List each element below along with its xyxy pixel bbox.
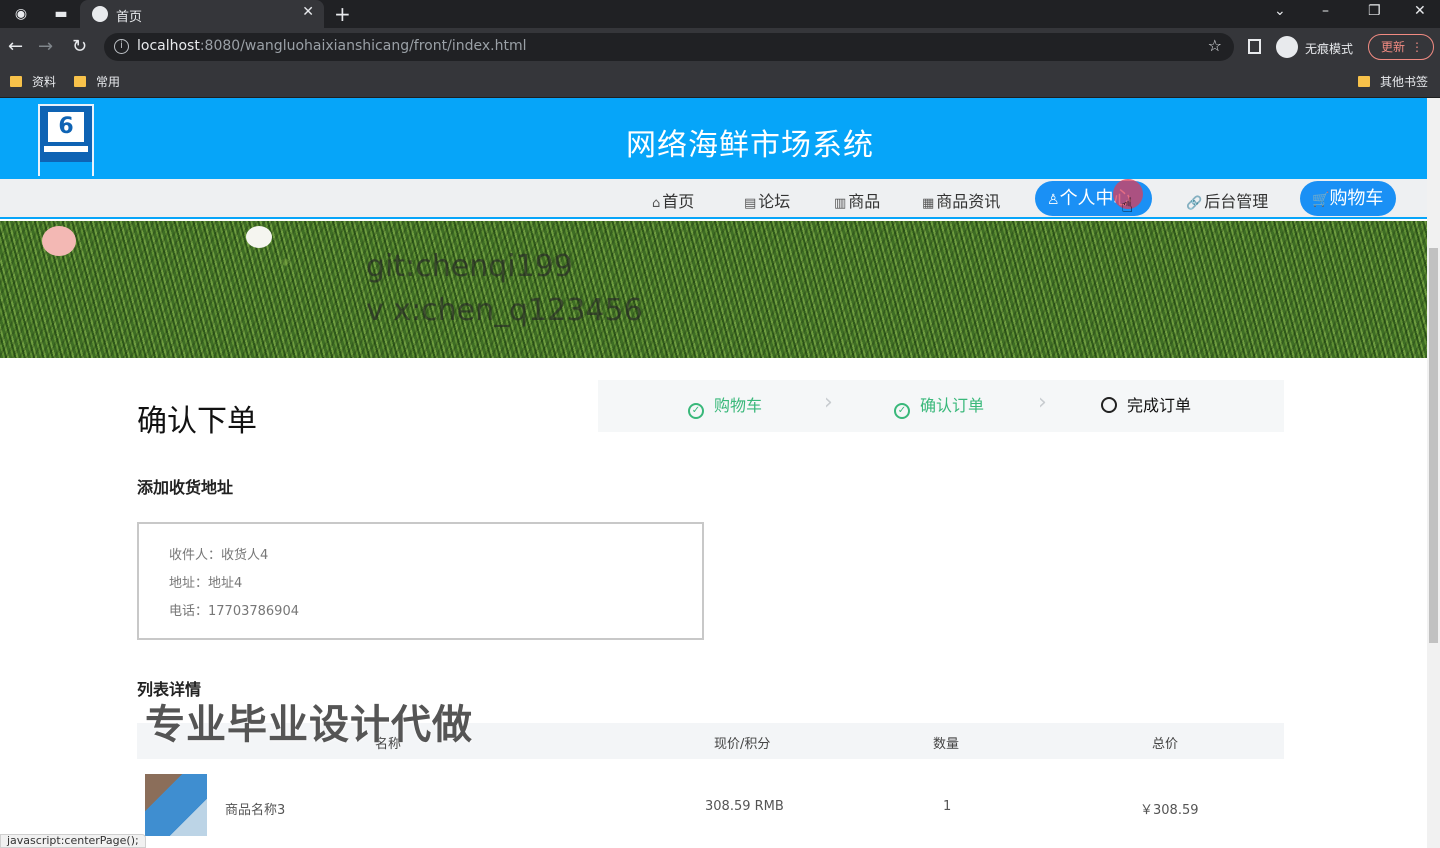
folder-icon: [1358, 76, 1370, 87]
tab-search-icon[interactable]: ▬: [50, 4, 72, 24]
bookmarks-bar: 资料 常用 其他书签: [0, 66, 1440, 98]
nav-forum[interactable]: ▤ 论坛: [744, 188, 790, 212]
product-name: 商品名称3: [225, 803, 286, 818]
folder-icon: [74, 76, 86, 87]
tab-close-icon[interactable]: ✕: [302, 4, 314, 20]
page-viewport: 6 网络海鲜市场系统 ⌂ 首页 ▤ 论坛 ▥ 商品 ▦ 商品资讯 ♙个人中心 🔗 后台管理…: [0, 98, 1440, 848]
main-nav: ⌂ 首页 ▤ 论坛 ▥ 商品 ▦ 商品资讯 ♙个人中心 🔗 后台管理 🛒购物车: [0, 179, 1427, 219]
link-icon: 🔗: [1186, 196, 1203, 211]
chrome-menu-icon[interactable]: ◉: [10, 4, 32, 24]
restore-button[interactable]: ❐: [1368, 3, 1381, 19]
scrollbar-thumb[interactable]: [1429, 248, 1438, 643]
address-receiver: 收件人：收货人4: [169, 548, 269, 563]
nav-news[interactable]: ▦ 商品资讯: [922, 188, 1000, 212]
promo-overlay-text: 专业毕业设计代做: [145, 702, 473, 748]
address-detail: 地址：地址4: [169, 576, 243, 591]
site-info-icon[interactable]: i: [114, 39, 129, 54]
minimize-button[interactable]: –: [1322, 3, 1329, 19]
banner-watermark-git: git:chenqi199: [366, 249, 573, 284]
home-icon: ⌂: [652, 196, 661, 211]
address-phone: 电话：17703786904: [169, 604, 299, 619]
gift-icon: ▥: [834, 196, 847, 211]
address-section-title: 添加收货地址: [137, 478, 234, 497]
incognito-label: 无痕模式: [1305, 42, 1354, 56]
folder-icon: [10, 76, 22, 87]
step-cart: ✓ 购物车: [688, 392, 762, 419]
step-confirm-order: ✓ 确认订单: [894, 392, 984, 419]
product-price: 308.59 RMB: [705, 799, 784, 814]
petal-decoration: [42, 226, 76, 256]
banner-watermark-wx: v x:chen_q123456: [366, 293, 643, 328]
bookmark-folder-ziliao[interactable]: 资料: [10, 73, 56, 90]
browser-tab[interactable]: 首页 ✕: [80, 0, 324, 28]
address-toolbar: ← → ↻ i localhost:8080/wangluohaixianshi…: [0, 28, 1440, 66]
news-icon: ▦: [922, 196, 935, 211]
check-circle-icon: ✓: [894, 403, 910, 419]
reload-icon[interactable]: ↻: [72, 36, 87, 57]
page-scrollbar[interactable]: [1427, 98, 1440, 848]
side-panel-icon[interactable]: [1248, 39, 1261, 54]
chevron-right-icon: ›: [1038, 390, 1047, 415]
nav-admin[interactable]: 🔗 后台管理: [1186, 188, 1268, 212]
update-button[interactable]: 更新 ⋮: [1368, 34, 1434, 60]
tab-title: 首页: [116, 10, 143, 25]
chevron-right-icon: ›: [824, 390, 833, 415]
address-bar[interactable]: i localhost:8080/wangluohaixianshicang/f…: [104, 33, 1234, 61]
hand-cursor-icon: ☝: [1121, 193, 1134, 217]
back-icon[interactable]: ←: [8, 36, 23, 57]
product-total: ￥308.59: [1140, 803, 1199, 818]
petal-decoration: [246, 226, 272, 248]
tab-dropdown-icon[interactable]: ⌄: [1274, 3, 1286, 19]
page-title: 确认下单: [137, 404, 257, 439]
url-text[interactable]: localhost:8080/wangluohaixianshicang/fro…: [137, 38, 526, 54]
user-icon: ♙: [1047, 192, 1060, 208]
address-card[interactable]: 收件人：收货人4 地址：地址4 电话：17703786904: [137, 522, 704, 640]
close-window-button[interactable]: ✕: [1414, 3, 1426, 19]
product-quantity: 1: [943, 799, 952, 814]
bookmark-star-icon[interactable]: ☆: [1208, 36, 1222, 55]
other-bookmarks[interactable]: 其他书签: [1358, 73, 1428, 90]
column-total: 总价: [1152, 737, 1179, 752]
globe-icon: [92, 6, 108, 22]
column-quantity: 数量: [933, 737, 960, 752]
browser-tab-strip: ◉ ▬ 首页 ✕ + ⌄ – ❐ ✕: [0, 0, 1440, 28]
order-progress-steps: ✓ 购物车 › ✓ 确认订单 › 完成订单: [598, 380, 1284, 432]
column-price: 现价/积分: [714, 737, 771, 752]
forward-icon[interactable]: →: [38, 36, 53, 57]
site-title: 网络海鲜市场系统: [626, 128, 874, 163]
check-circle-icon: ✓: [688, 403, 704, 419]
status-bar-link-preview: javascript:centerPage();: [0, 834, 146, 848]
circle-icon: [1101, 397, 1117, 413]
nav-cart[interactable]: 🛒购物车: [1300, 181, 1396, 216]
nav-products[interactable]: ▥ 商品: [834, 188, 880, 212]
cart-icon: 🛒: [1312, 192, 1330, 208]
nav-home[interactable]: ⌂ 首页: [652, 188, 694, 212]
hero-banner: git:chenqi199 v x:chen_q123456: [0, 221, 1427, 358]
step-complete-order: 完成订单: [1101, 392, 1191, 416]
new-tab-button[interactable]: +: [334, 2, 351, 26]
site-header: 6 网络海鲜市场系统: [0, 98, 1427, 179]
product-thumbnail[interactable]: [145, 774, 207, 836]
table-row: 商品名称3 308.59 RMB 1 ￥308.59: [137, 766, 1284, 848]
incognito-icon[interactable]: [1276, 36, 1298, 58]
bookmark-folder-changyong[interactable]: 常用: [74, 73, 120, 90]
forum-icon: ▤: [744, 196, 757, 211]
